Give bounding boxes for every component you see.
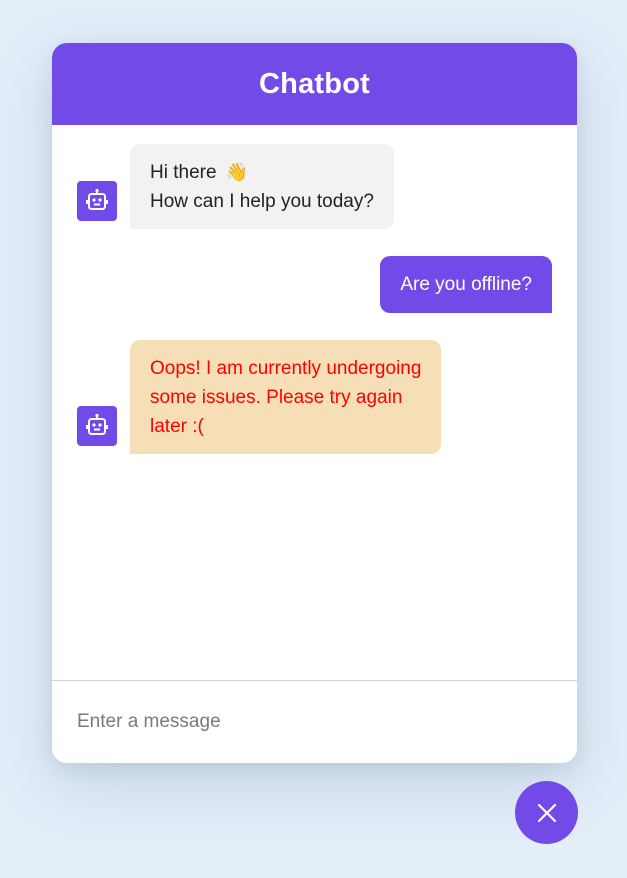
outgoing-message: Are you offline?: [380, 256, 552, 313]
error-message-bubble: Oops! I am currently undergoing some iss…: [130, 340, 442, 454]
robot-icon: [77, 181, 117, 221]
chat-input-area: [52, 680, 577, 763]
waving-hand-emoji: 👋: [225, 162, 249, 182]
chat-title: Chatbot: [259, 67, 370, 100]
message-line: some issues. Please try again: [150, 387, 403, 408]
chatbot-toggler-button[interactable]: [515, 781, 578, 844]
chat-header: Chatbot: [52, 43, 577, 125]
close-icon: [536, 802, 558, 824]
message-line: How can I help you today?: [150, 191, 374, 212]
message-bubble: Hi there 👋 How can I help you today?: [130, 144, 394, 229]
message-text: Are you offline?: [400, 274, 532, 295]
chat-messages[interactable]: Hi there 👋 How can I help you today? Are…: [52, 125, 577, 680]
incoming-message: Oops! I am currently undergoing some iss…: [77, 340, 442, 454]
robot-icon: [77, 406, 117, 446]
message-line: later :(: [150, 416, 204, 437]
message-line: Hi there 👋: [150, 162, 249, 183]
message-bubble: Are you offline?: [380, 256, 552, 313]
incoming-message: Hi there 👋 How can I help you today?: [77, 144, 394, 229]
chatbot-window: Chatbot Hi there 👋 How can I help you to…: [52, 43, 577, 763]
message-line: Oops! I am currently undergoing: [150, 358, 422, 379]
message-input[interactable]: [52, 681, 577, 763]
